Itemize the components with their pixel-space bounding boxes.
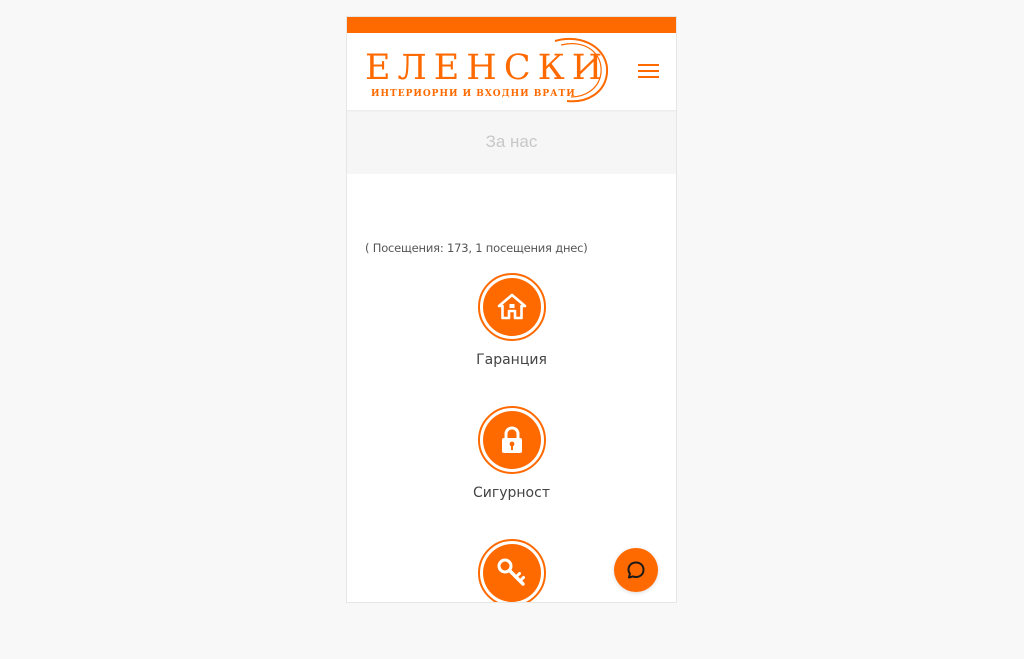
chat-button[interactable] xyxy=(614,548,658,592)
site-header: ЕЛЕНСКИ ИНТЕРИОРНИ И ВХОДНИ ВРАТИ xyxy=(347,33,676,110)
feature-label: Гаранция xyxy=(476,352,547,368)
feature-circle xyxy=(477,406,546,474)
feature-circle xyxy=(477,273,546,341)
chat-icon xyxy=(627,561,645,579)
visit-counter: ( Посещения: 173, 1 посещения днес) xyxy=(365,241,588,255)
page-title-bar: За нас xyxy=(347,110,676,174)
feature-item-warranty[interactable]: Гаранция xyxy=(347,273,676,368)
hamburger-icon xyxy=(638,64,659,78)
feature-item-security[interactable]: Сигурност xyxy=(347,406,676,501)
brand-logo[interactable]: ЕЛЕНСКИ ИНТЕРИОРНИ И ВХОДНИ ВРАТИ xyxy=(365,35,613,107)
mobile-page: ЕЛЕНСКИ ИНТЕРИОРНИ И ВХОДНИ ВРАТИ За нас… xyxy=(346,16,677,603)
key-icon xyxy=(497,558,525,586)
feature-circle xyxy=(477,539,546,602)
house-icon xyxy=(497,293,526,320)
lock-icon xyxy=(501,426,522,453)
page-title: За нас xyxy=(485,132,538,151)
feature-label: Сигурност xyxy=(473,485,550,501)
logo-swirl-icon xyxy=(554,37,609,103)
top-accent-bar xyxy=(347,17,676,33)
menu-button[interactable] xyxy=(636,60,662,82)
